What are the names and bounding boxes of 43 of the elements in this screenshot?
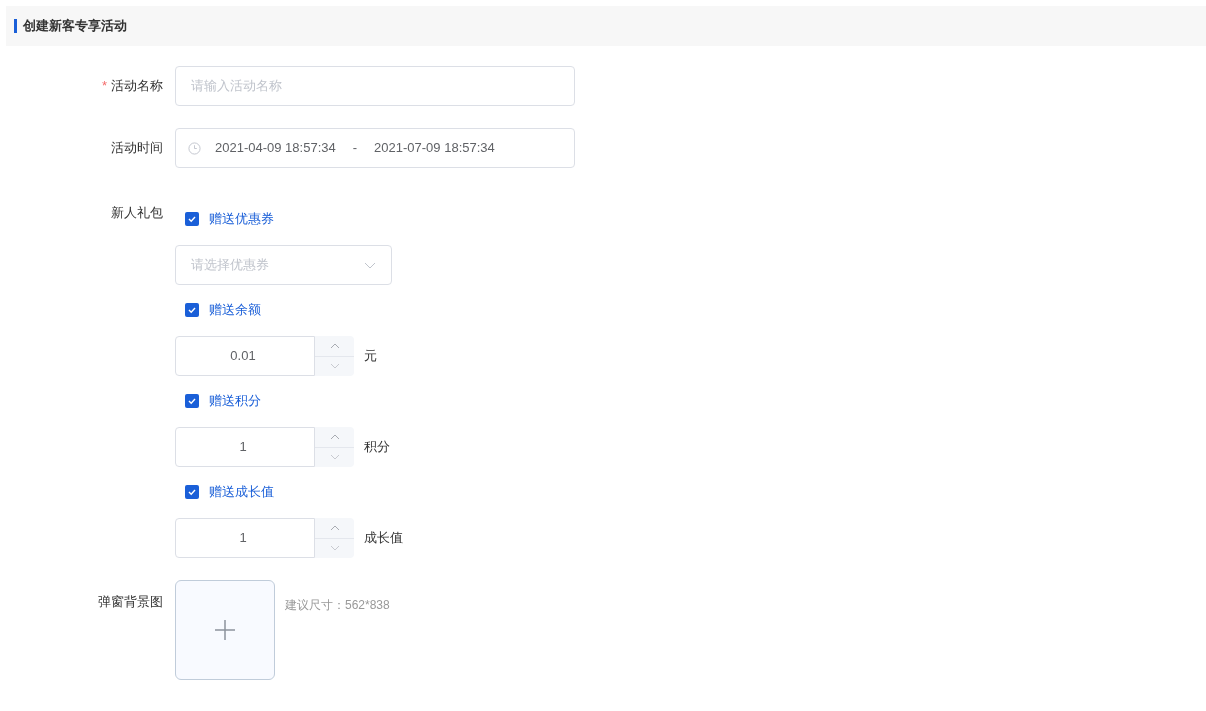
number-value: 1 <box>239 438 247 457</box>
field-label: 新人礼包 <box>111 204 163 222</box>
up-caret-icon[interactable] <box>329 433 340 440</box>
accent-bar-icon <box>14 19 17 33</box>
chevron-down-icon <box>364 261 376 269</box>
range-separator: - <box>352 139 358 158</box>
section-title: 创建新客专享活动 <box>23 17 127 36</box>
plus-icon <box>214 619 236 641</box>
checkbox[interactable] <box>185 485 199 499</box>
unit-label: 积分 <box>364 438 390 457</box>
name-input: 请输入活动名称 <box>191 76 559 96</box>
down-caret-icon[interactable] <box>329 363 340 370</box>
checkbox[interactable] <box>185 303 199 317</box>
checkbox[interactable] <box>185 212 199 226</box>
field-label: 活动名称 <box>111 77 163 96</box>
checkbox-label[interactable]: 赠送成长值 <box>209 482 274 502</box>
check-icon <box>187 396 197 406</box>
down-caret-icon[interactable] <box>329 545 340 552</box>
check-icon <box>187 487 197 497</box>
field-label: 活动时间 <box>111 139 163 158</box>
checkbox-label[interactable]: 赠送优惠券 <box>209 209 274 229</box>
select-placeholder: 请选择优惠券 <box>191 256 269 275</box>
checkbox[interactable] <box>185 394 199 408</box>
date-range-field[interactable]: 2021-04-09 18:57:34 - 2021-07-09 18:57:34 <box>175 128 575 168</box>
required-asterisk: * <box>101 77 107 96</box>
size-hint: 建议尺寸：562*838 <box>285 597 390 614</box>
up-caret-icon[interactable] <box>329 524 340 531</box>
down-caret-icon[interactable] <box>329 454 340 461</box>
unit-label: 元 <box>364 347 377 366</box>
number-value: 1 <box>239 529 247 548</box>
number-value: 0.01 <box>230 347 256 366</box>
image-upload[interactable] <box>175 580 275 680</box>
field-label: 弹窗背景图 <box>98 593 163 611</box>
end-date: 2021-07-09 18:57:34 <box>374 139 495 158</box>
checkbox-label[interactable]: 赠送积分 <box>209 391 261 411</box>
clock-icon <box>188 141 201 155</box>
check-icon <box>187 305 197 315</box>
start-date: 2021-04-09 18:57:34 <box>215 139 336 158</box>
check-icon <box>187 214 197 224</box>
up-caret-icon[interactable] <box>329 342 340 349</box>
unit-label: 成长值 <box>364 529 403 548</box>
input-field[interactable]: 请输入活动名称 <box>175 66 575 106</box>
checkbox-label[interactable]: 赠送余额 <box>209 300 261 320</box>
